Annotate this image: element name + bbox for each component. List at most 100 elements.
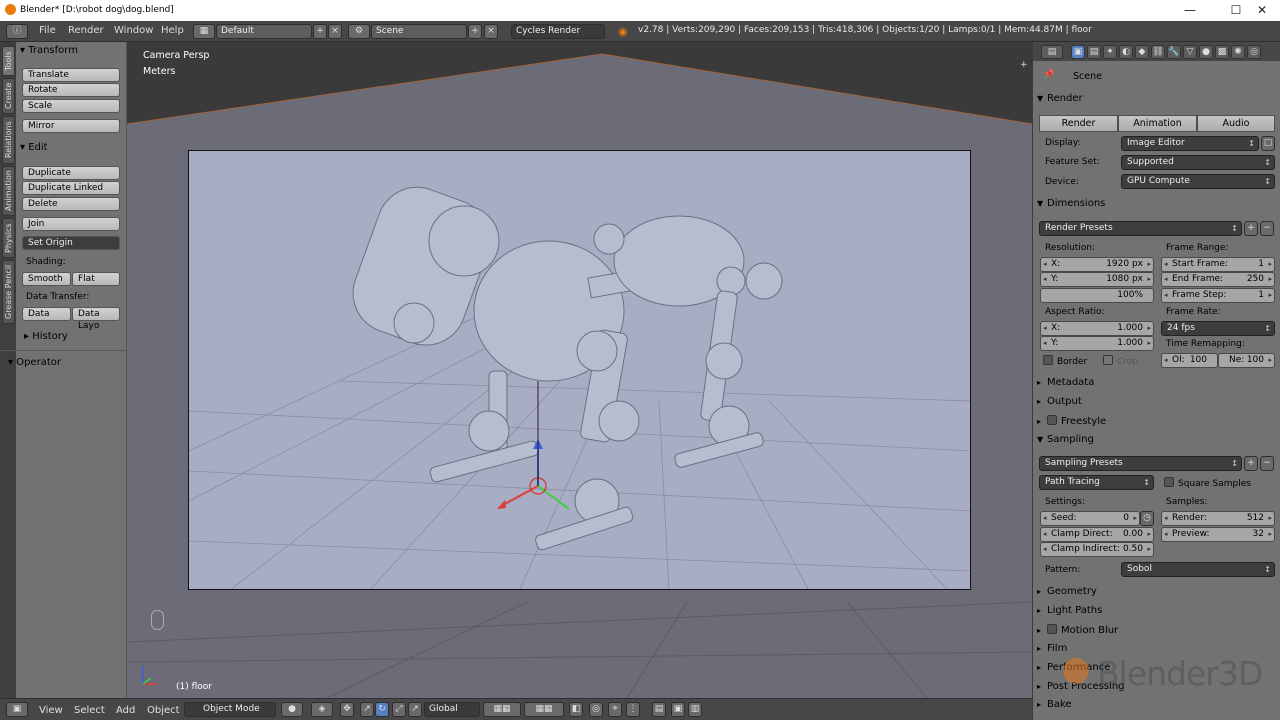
data-button[interactable]: Data [22,307,71,321]
layer-lock-icon[interactable]: ◧ [569,702,583,717]
freestyle-check-icon[interactable] [1047,415,1057,425]
set-origin-dropdown[interactable]: Set Origin [22,236,120,250]
remove-preset-icon[interactable]: − [1260,221,1274,236]
menu-object[interactable]: Object [147,705,180,716]
translate-button[interactable]: Translate [22,68,120,82]
tab-physics[interactable]: Physics [2,218,15,258]
frame-rate-dropdown[interactable]: 24 fps [1161,321,1275,336]
feature-set-dropdown[interactable]: Supported [1121,155,1275,170]
aspect-y-field[interactable]: ◂ Y: 1.000 ▸ [1040,336,1154,351]
smooth-button[interactable]: Smooth [22,272,71,286]
screen-layout-field[interactable]: Default [216,24,312,39]
layers-group-1-icon[interactable]: ▦▦ [483,702,521,717]
plus-icon[interactable]: + [1020,60,1028,70]
snap-element-icon[interactable]: ⋮ [626,702,640,717]
rotate-button[interactable]: Rotate [22,83,120,97]
delete-button[interactable]: Delete [22,197,120,211]
integrator-dropdown[interactable]: Path Tracing [1039,475,1154,490]
material-icon[interactable]: ● [1199,45,1213,59]
pivot-point-icon[interactable]: ◈ [311,702,333,717]
menu-window[interactable]: Window [114,25,153,36]
start-frame-field[interactable]: ◂ Start Frame: 1 ▸ [1161,257,1275,272]
translate-manipulator-icon[interactable]: ↗ [360,702,374,717]
data-icon[interactable]: ▽ [1183,45,1197,59]
physics-icon[interactable]: ◎ [1247,45,1261,59]
resolution-x-field[interactable]: ◂ X: 1920 px ▸ [1040,257,1154,272]
menu-view[interactable]: View [39,705,63,716]
transform-panel-header[interactable]: ▾ Transform [20,45,78,56]
minimize-button[interactable]: — [1172,0,1208,21]
scene-context-icon[interactable]: ✦ [1103,45,1117,59]
constraints-icon[interactable]: ⛓ [1151,45,1165,59]
manipulator-toggle-icon[interactable]: ✥ [340,702,354,717]
sampling-presets-dropdown[interactable]: Sampling Presets [1039,456,1242,471]
motion-blur-panel-header[interactable]: ▸ Motion Blur [1037,624,1277,642]
render-engine-dropdown[interactable]: Cycles Render [511,24,605,39]
remove-sampling-preset-icon[interactable]: − [1260,456,1274,471]
scale-button[interactable]: Scale [22,99,120,113]
tab-animation[interactable]: Animation [2,166,15,216]
sampling-panel-header[interactable]: ▼ Sampling [1037,434,1277,452]
add-scene-icon[interactable]: + [468,24,482,39]
render-preview-icon[interactable]: ▤ [652,702,666,717]
resolution-percent-field[interactable]: 100% [1040,288,1154,303]
time-remap-old-field[interactable]: ◂ Ol: 100 [1161,353,1218,368]
menu-file[interactable]: File [39,25,56,36]
preview-samples-field[interactable]: ◂ Preview: 32 ▸ [1161,527,1275,542]
rotate-manipulator-icon[interactable]: ↻ [375,702,389,717]
history-panel-header[interactable]: ▸ History [24,331,68,342]
animation-button[interactable]: Animation [1118,115,1197,132]
duplicate-button[interactable]: Duplicate [22,166,120,180]
pin-icon[interactable]: 📌 [1043,70,1054,80]
viewport-shading-icon[interactable]: ● [281,702,303,717]
remove-layout-icon[interactable]: × [328,24,342,39]
output-panel-header[interactable]: ▸ Output [1037,396,1277,414]
time-remap-new-field[interactable]: Ne: 100 ▸ [1218,353,1275,368]
menu-render[interactable]: Render [68,25,104,36]
clamp-direct-field[interactable]: ◂ Clamp Direct: 0.00 ▸ [1040,527,1154,542]
border-checkbox[interactable]: Border [1043,355,1087,367]
join-button[interactable]: Join [22,217,120,231]
scene-field[interactable]: Scene [371,24,467,39]
render-panel-header[interactable]: ▼ Render [1037,93,1277,111]
particles-icon[interactable]: ✺ [1231,45,1245,59]
display-window-icon[interactable]: ▢ [1261,136,1275,151]
add-sampling-preset-icon[interactable]: + [1244,456,1258,471]
end-frame-field[interactable]: ◂ End Frame: 250 ▸ [1161,272,1275,287]
tab-create[interactable]: Create [2,78,15,114]
flat-button[interactable]: Flat [72,272,120,286]
mirror-button[interactable]: Mirror [22,119,120,133]
tab-tools[interactable]: Tools [2,46,15,76]
bake-panel-header[interactable]: ▸ Bake [1037,699,1277,717]
opengl-anim-icon[interactable]: ▥ [688,702,702,717]
motion-blur-check-icon[interactable] [1047,624,1057,634]
render-context-icon[interactable]: ▣ [1071,45,1085,59]
duplicate-linked-button[interactable]: Duplicate Linked [22,181,120,195]
opengl-render-icon[interactable]: ▣ [671,702,685,717]
editor-type-3d-icon[interactable]: ▣ [6,702,28,717]
animated-seed-icon[interactable]: ◷ [1140,511,1154,526]
display-dropdown[interactable]: Image Editor [1121,136,1259,151]
editor-type-info-icon[interactable]: ⓘ [6,24,28,39]
add-layout-icon[interactable]: + [313,24,327,39]
remove-scene-icon[interactable]: × [484,24,498,39]
texture-icon[interactable]: ▩ [1215,45,1229,59]
close-button[interactable]: ✕ [1244,0,1280,21]
render-presets-dropdown[interactable]: Render Presets [1039,221,1242,236]
menu-select[interactable]: Select [74,705,105,716]
audio-button[interactable]: Audio [1197,115,1275,132]
data-layout-button[interactable]: Data Layo [72,307,120,331]
scale-manipulator-icon[interactable]: ⤢ [392,702,406,717]
tab-relations[interactable]: Relations [2,116,15,164]
editor-type-properties-icon[interactable]: ▤ [1041,45,1063,59]
screen-layout-icon[interactable]: ▦ [193,24,215,39]
layers-group-2-icon[interactable]: ▦▦ [524,702,564,717]
dimensions-panel-header[interactable]: ▼ Dimensions [1037,198,1277,216]
square-samples-checkbox[interactable]: Square Samples [1164,477,1251,489]
freestyle-panel-header[interactable]: ▸ Freestyle [1037,415,1277,433]
tab-grease-pencil[interactable]: Grease Pencil [2,260,15,324]
clamp-indirect-field[interactable]: ◂ Clamp Indirect: 0.50 ▸ [1040,542,1154,557]
geometry-panel-header[interactable]: ▸ Geometry [1037,586,1277,604]
object-context-icon[interactable]: ◆ [1135,45,1149,59]
render-button[interactable]: Render [1039,115,1118,132]
